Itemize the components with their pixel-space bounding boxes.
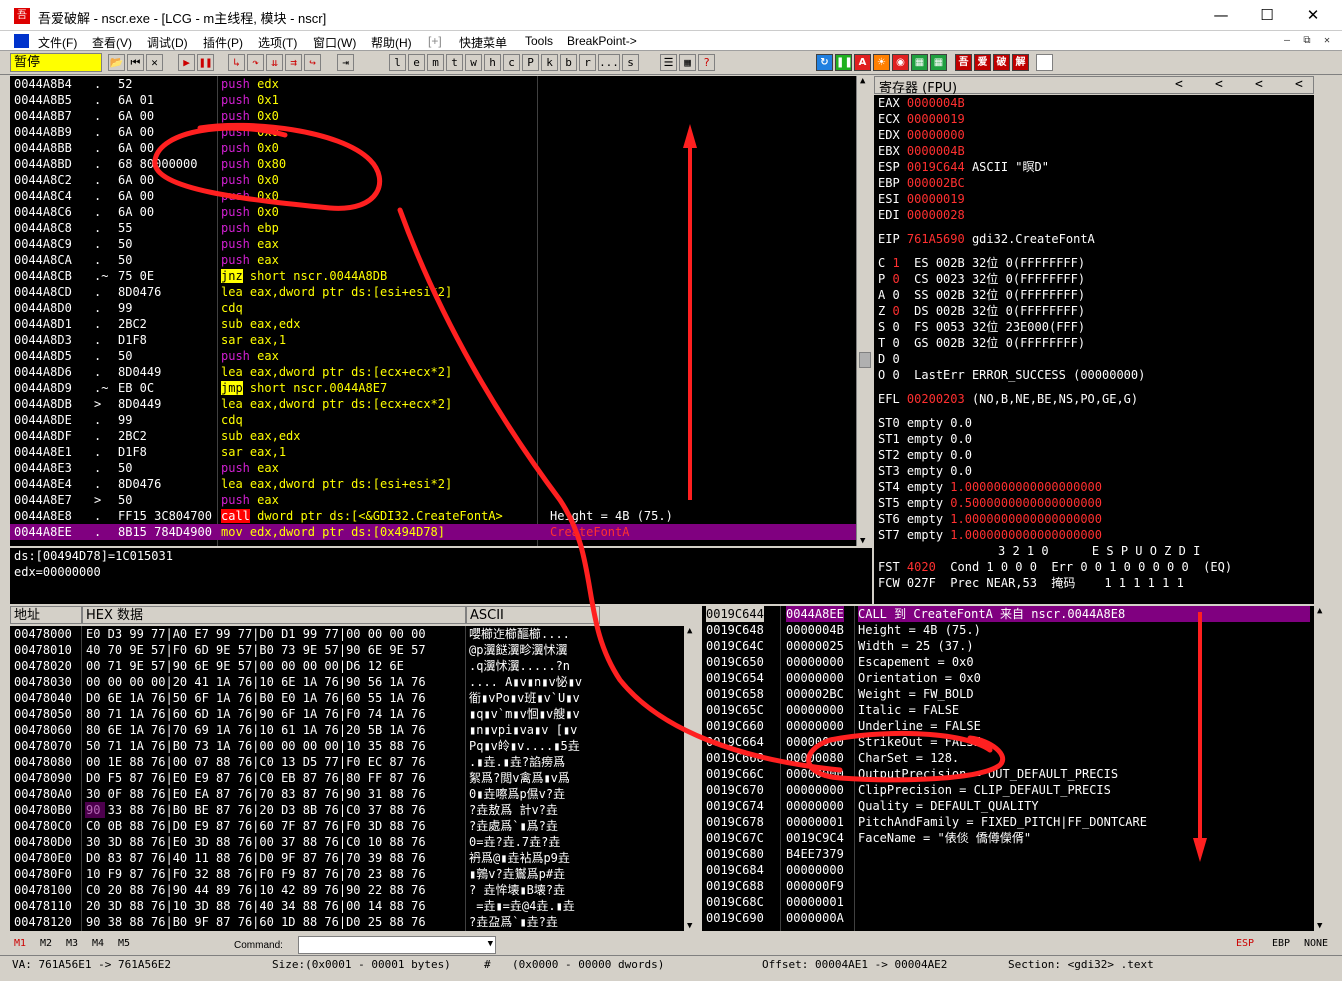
annotation-circle-disasm bbox=[152, 122, 382, 211]
annotation-circle-stack bbox=[806, 730, 1005, 783]
annotation-arrow-up-head bbox=[683, 124, 697, 148]
annotation-overlay bbox=[152, 122, 1207, 862]
annotation-curve-arrow bbox=[397, 207, 843, 773]
annotation-arrow-down-head bbox=[1193, 838, 1207, 862]
